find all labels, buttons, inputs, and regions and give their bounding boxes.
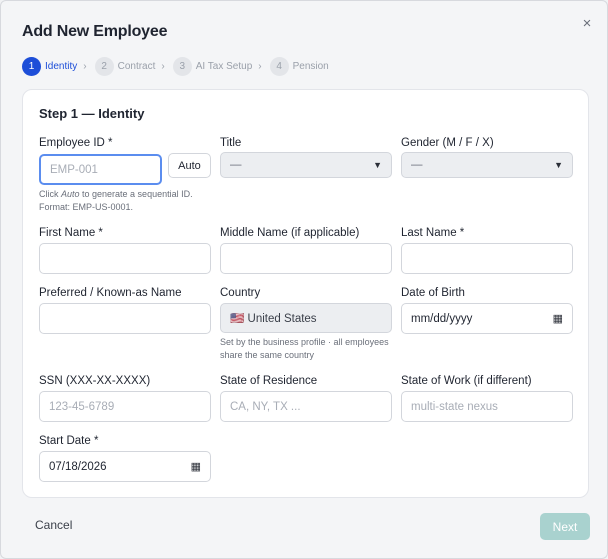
state-of-work-group: State of Work (if different) — [401, 375, 532, 389]
employee-id-hint: Click Auto to generate a sequential ID. … — [39, 189, 193, 212]
step-label: Contract — [117, 60, 156, 72]
state-of-work-input[interactable]: multi-state nexus — [401, 391, 573, 422]
card-title: Step 1 — Identity — [39, 106, 145, 121]
step-label: AI Tax Setup — [195, 60, 253, 72]
stepper: 1 Identity › 2 Contract › 3 AI Tax Setup… — [22, 56, 337, 76]
first-name-group: First Name * — [39, 227, 103, 241]
employee-id-input[interactable]: EMP-001 — [39, 154, 162, 185]
state-of-residence-group: State of Residence — [220, 375, 317, 389]
country-field: 🇺🇸 United States — [220, 303, 392, 333]
step-label: Identity — [45, 60, 78, 72]
gender-label: Gender (M / F / X) — [401, 137, 494, 149]
middle-name-label: Middle Name (if applicable) — [220, 227, 360, 239]
preferred-name-input[interactable] — [39, 303, 211, 334]
title-label: Title — [220, 137, 242, 149]
date-of-birth-input[interactable]: mm/dd/yyyy ▦ — [401, 303, 573, 334]
date-of-birth-value: mm/dd/yyyy — [411, 312, 473, 325]
calendar-icon[interactable]: ▦ — [191, 460, 201, 473]
middle-name-group: Middle Name (if applicable) — [220, 227, 359, 241]
employee-id-group: Employee ID * — [39, 137, 113, 151]
step-contract[interactable]: 2 Contract › — [94, 56, 165, 76]
chevron-right-icon: › — [83, 60, 87, 72]
step-label: Pension — [292, 60, 329, 72]
next-button[interactable]: Next — [540, 513, 590, 540]
title-group: Title — [220, 137, 241, 151]
dialog-title: Add New Employee — [22, 23, 168, 40]
middle-name-input[interactable] — [220, 243, 392, 274]
ssn-input[interactable]: 123-45-6789 — [39, 391, 211, 422]
gender-value: — — [411, 159, 423, 171]
start-date-group: Start Date * — [39, 435, 98, 449]
calendar-icon[interactable]: ▦ — [553, 312, 563, 325]
step-pension[interactable]: 4 Pension — [269, 56, 329, 76]
chevron-right-icon: › — [258, 60, 262, 72]
country-hint: Set by the business profile · all employ… — [220, 337, 389, 360]
step-number: 3 — [172, 56, 192, 76]
employee-id-label: Employee ID * — [39, 137, 113, 149]
date-of-birth-label: Date of Birth — [401, 287, 465, 299]
step-identity[interactable]: 1 Identity › — [22, 56, 87, 76]
step-number: 1 — [22, 56, 41, 76]
chevron-down-icon: ▼ — [373, 160, 382, 170]
close-icon[interactable]: × — [579, 16, 595, 32]
state-of-residence-label: State of Residence — [220, 375, 318, 387]
start-date-input[interactable]: 07/18/2026 ▦ — [39, 451, 211, 482]
date-of-birth-group: Date of Birth — [401, 287, 465, 301]
cancel-button[interactable]: Cancel — [35, 518, 72, 532]
start-date-label: Start Date * — [39, 435, 99, 447]
step-ai-tax-setup[interactable]: 3 AI Tax Setup › — [172, 56, 262, 76]
chevron-right-icon: › — [161, 60, 165, 72]
start-date-value: 07/18/2026 — [49, 460, 107, 473]
step-number: 2 — [94, 56, 114, 76]
step-number: 4 — [269, 56, 289, 76]
chevron-down-icon: ▼ — [554, 160, 563, 170]
auto-id-button[interactable]: Auto — [168, 153, 211, 178]
state-of-work-label: State of Work (if different) — [401, 375, 532, 387]
title-value: — — [230, 159, 242, 171]
title-select[interactable]: — ▼ — [220, 152, 392, 178]
gender-select[interactable]: — ▼ — [401, 152, 573, 178]
last-name-group: Last Name * — [401, 227, 464, 241]
country-label: Country — [220, 287, 261, 299]
identity-card: Step 1 — Identity Employee ID * EMP-001 … — [22, 89, 589, 498]
country-group: Country — [220, 287, 260, 301]
preferred-name-group: Preferred / Known-as Name — [39, 287, 182, 301]
first-name-input[interactable] — [39, 243, 211, 274]
last-name-input[interactable] — [401, 243, 573, 274]
state-of-residence-input[interactable]: CA, NY, TX ... — [220, 391, 392, 422]
first-name-label: First Name * — [39, 227, 103, 239]
last-name-label: Last Name * — [401, 227, 465, 239]
preferred-name-label: Preferred / Known-as Name — [39, 287, 182, 299]
add-employee-dialog: Add New Employee × 1 Identity › 2 Contra… — [0, 0, 608, 559]
ssn-group: SSN (XXX-XX-XXXX) — [39, 375, 150, 389]
ssn-label: SSN (XXX-XX-XXXX) — [39, 375, 151, 387]
gender-group: Gender (M / F / X) — [401, 137, 494, 151]
